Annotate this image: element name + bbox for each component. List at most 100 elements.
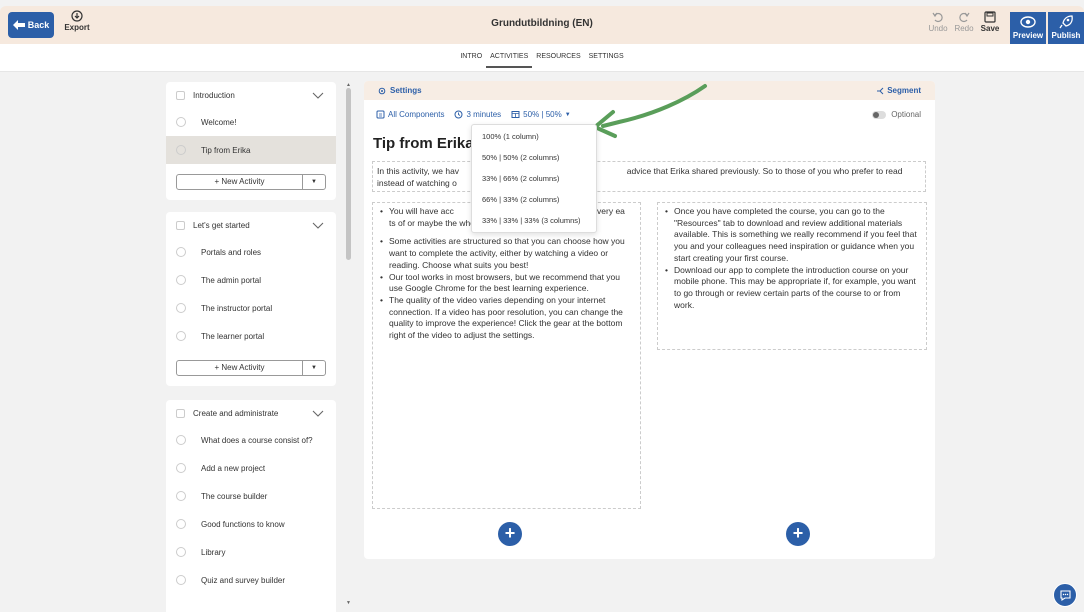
list-item: Download our app to complete the introdu… — [662, 265, 922, 312]
sidebar-item-welcome[interactable]: Welcome! — [166, 108, 336, 136]
new-activity-label: + New Activity — [177, 361, 303, 375]
top-bar: Back Export Grundutbildning (EN) Undo Re… — [0, 6, 1084, 46]
components-icon — [376, 110, 385, 119]
chevron-down-icon[interactable] — [312, 407, 324, 419]
optional-label: Optional — [891, 110, 921, 119]
sidebar-item-quiz-builder[interactable]: Quiz and survey builder — [166, 566, 336, 594]
checkbox-icon — [176, 90, 185, 100]
sidebar-item-course-builder[interactable]: The course builder — [166, 482, 336, 510]
sidebar-item-label: The admin portal — [201, 275, 262, 285]
sidebar-item-add-new-project[interactable]: Add a new project — [166, 454, 336, 482]
sidebar-item-learner-portal[interactable]: The learner portal — [166, 322, 336, 350]
add-component-left-button[interactable]: + — [498, 522, 522, 546]
layout-option-50-50[interactable]: 50% | 50% (2 columns) — [472, 147, 596, 168]
status-circle-icon — [176, 547, 186, 557]
sidebar-item-good-functions[interactable]: Good functions to know — [166, 510, 336, 538]
sidebar-item-label: Portals and roles — [201, 247, 262, 257]
activity-title[interactable]: Tip from Erika — [373, 135, 474, 152]
export-button[interactable]: Export — [62, 10, 92, 32]
rocket-icon — [1059, 15, 1073, 29]
preview-label: Preview — [1012, 31, 1044, 40]
right-column-block[interactable]: Once you have completed the course, you … — [657, 202, 927, 350]
caret-down-icon[interactable]: ▼ — [303, 175, 325, 189]
status-circle-icon — [176, 463, 186, 473]
undo-button[interactable]: Undo — [925, 11, 951, 33]
activity-options: All Components 3 minutes 50% | 50% ▼ — [376, 110, 571, 119]
settings-label: Settings — [390, 86, 422, 95]
redo-button[interactable]: Redo — [951, 11, 977, 33]
section-title: Create and administrate — [193, 408, 279, 418]
back-button[interactable]: Back — [8, 12, 54, 38]
status-circle-icon — [176, 575, 186, 585]
sidebar-section-lets-get-started: Let's get started Portals and roles The … — [166, 212, 336, 386]
chevron-down-icon[interactable] — [312, 219, 324, 231]
arrow-left-icon — [12, 20, 25, 30]
duration-button[interactable]: 3 minutes — [454, 110, 501, 119]
status-circle-icon — [176, 331, 186, 341]
sidebar-scrollbar[interactable]: ▲ ▼ — [344, 82, 353, 606]
undo-icon — [932, 12, 943, 23]
status-circle-icon — [176, 275, 186, 285]
preview-button[interactable]: Preview — [1010, 12, 1046, 46]
download-cloud-icon — [71, 10, 83, 22]
columns-icon — [511, 111, 520, 118]
sidebar-item-library[interactable]: Library — [166, 538, 336, 566]
chevron-down-icon[interactable] — [312, 89, 324, 101]
tab-intro[interactable]: INTRO — [456, 53, 486, 68]
sidebar-item-admin-portal[interactable]: The admin portal — [166, 266, 336, 294]
section-nav: INTRO ACTIVITIES RESOURCES SETTINGS — [0, 44, 1084, 72]
sidebar-item-label: Add a new project — [201, 463, 266, 473]
tab-resources[interactable]: RESOURCES — [532, 53, 584, 68]
add-component-right-button[interactable]: + — [786, 522, 810, 546]
section-header[interactable]: Create and administrate — [166, 400, 336, 426]
layout-label: 50% | 50% — [523, 110, 562, 119]
checkbox-icon — [176, 220, 185, 230]
sidebar-item-instructor-portal[interactable]: The instructor portal — [166, 294, 336, 322]
status-circle-icon — [176, 247, 186, 257]
optional-toggle[interactable]: Optional — [872, 110, 921, 119]
caret-down-icon[interactable]: ▼ — [303, 361, 325, 375]
sidebar-item-label: Good functions to know — [201, 519, 285, 529]
new-activity-button[interactable]: + New Activity ▼ — [176, 360, 326, 376]
layout-option-100[interactable]: 100% (1 column) — [472, 126, 596, 147]
annotation-arrow-icon — [593, 84, 707, 138]
layout-option-66-33[interactable]: 66% | 33% (2 columns) — [472, 189, 596, 210]
plus-icon: + — [504, 523, 516, 543]
plus-icon: + — [792, 523, 804, 543]
list-item: Once you have completed the course, you … — [662, 206, 922, 265]
scrollbar-thumb[interactable] — [346, 88, 351, 260]
sidebar-item-portals-and-roles[interactable]: Portals and roles — [166, 238, 336, 266]
intro-text-block[interactable]: In this activity, we hav advice that Eri… — [372, 161, 926, 192]
new-activity-label: + New Activity — [177, 175, 303, 189]
new-activity-button[interactable]: + New Activity ▼ — [176, 174, 326, 190]
layout-option-33-66[interactable]: 33% | 66% (2 columns) — [472, 168, 596, 189]
eye-icon — [1020, 16, 1036, 28]
section-header[interactable]: Introduction — [166, 82, 336, 108]
sidebar-item-tip-from-erika[interactable]: Tip from Erika — [166, 136, 336, 164]
save-button[interactable]: Save — [977, 11, 1003, 33]
status-circle-icon — [176, 519, 186, 529]
sidebar-item-course-consist[interactable]: What does a course consist of? — [166, 426, 336, 454]
redo-icon — [959, 12, 970, 23]
left-column-block[interactable]: You will have acc e for one year. It is … — [372, 202, 641, 509]
scroll-down-icon[interactable]: ▼ — [346, 600, 351, 606]
settings-button[interactable]: Settings — [378, 86, 422, 95]
tab-settings[interactable]: SETTINGS — [585, 53, 628, 68]
all-components-label: All Components — [388, 110, 445, 119]
chat-button[interactable] — [1053, 583, 1077, 607]
section-header[interactable]: Let's get started — [166, 212, 336, 238]
gear-icon — [378, 87, 386, 94]
sidebar-item-label: Welcome! — [201, 117, 237, 127]
layout-option-33-33-33[interactable]: 33% | 33% | 33% (3 columns) — [472, 210, 596, 231]
page-title: Grundutbildning (EN) — [491, 18, 593, 29]
publish-button[interactable]: Publish — [1048, 12, 1084, 46]
all-components-button[interactable]: All Components — [376, 110, 444, 119]
layout-dropdown-menu: 100% (1 column) 50% | 50% (2 columns) 33… — [471, 124, 597, 233]
status-circle-icon — [176, 145, 186, 155]
tab-activities[interactable]: ACTIVITIES — [486, 53, 533, 68]
publish-label: Publish — [1051, 31, 1081, 40]
chat-bubble-icon — [1059, 589, 1071, 601]
layout-select[interactable]: 50% | 50% ▼ — [511, 110, 571, 119]
segment-button[interactable]: Segment — [876, 86, 921, 95]
toggle-switch[interactable] — [872, 110, 887, 119]
